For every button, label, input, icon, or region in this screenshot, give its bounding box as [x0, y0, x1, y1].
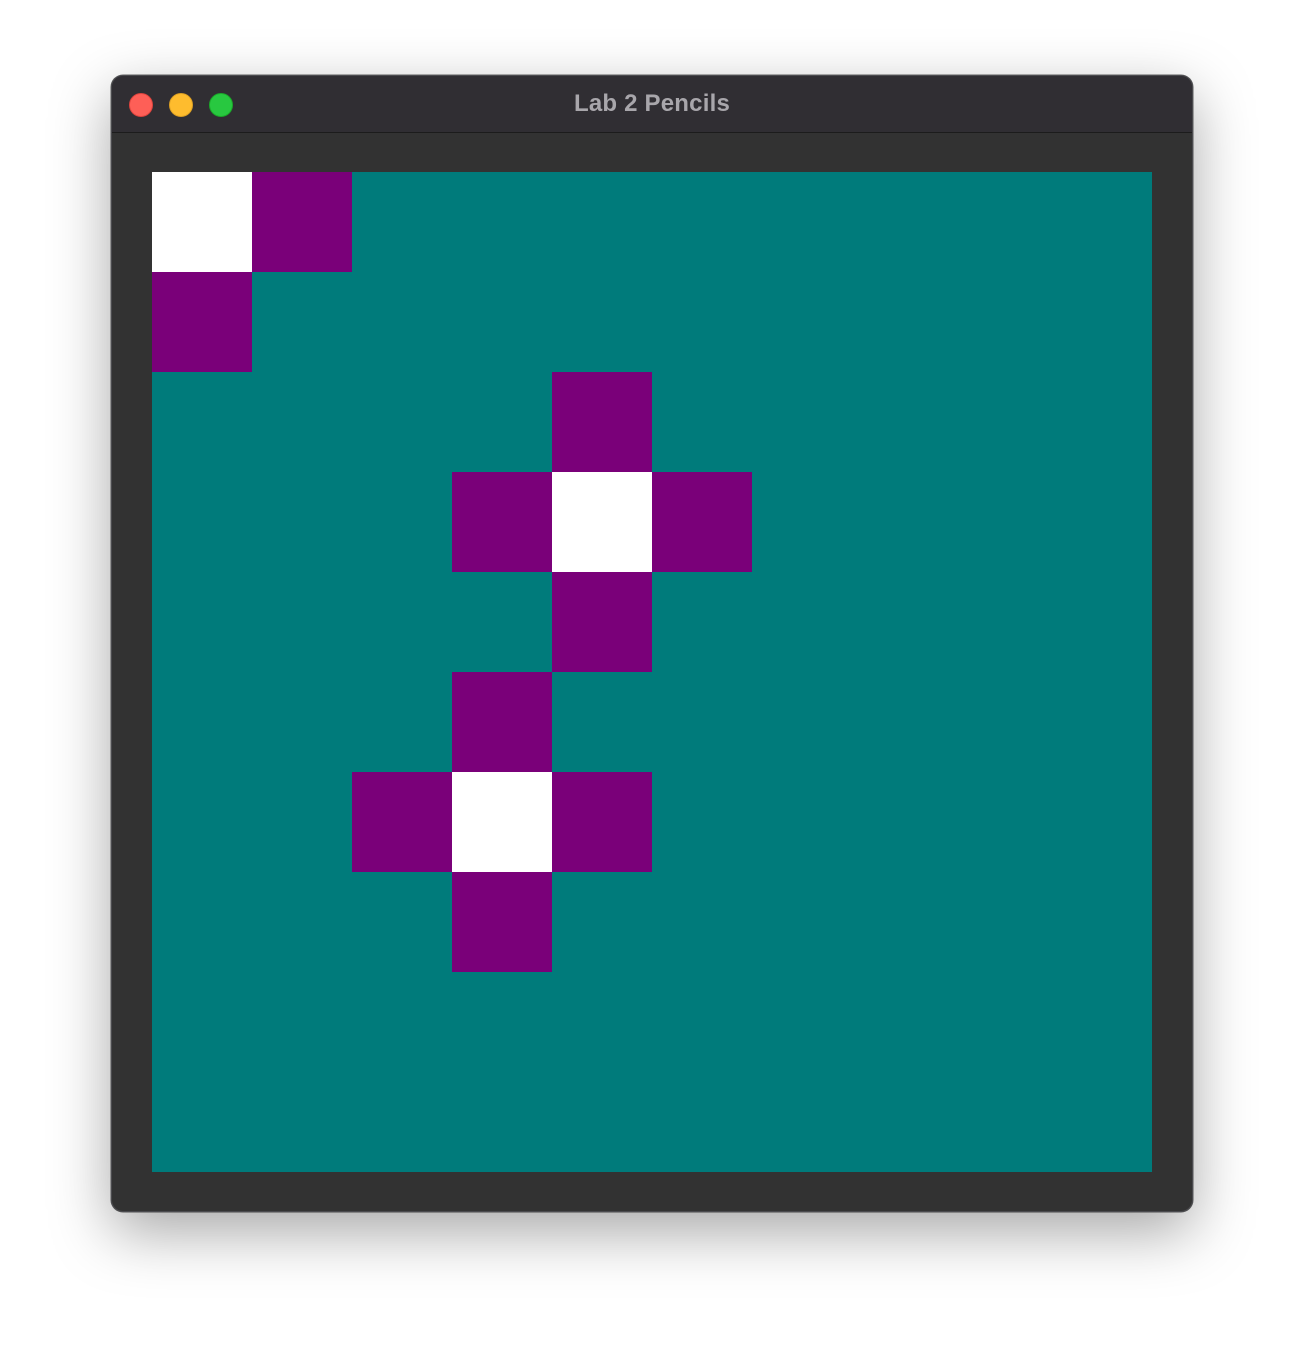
pencil-center-cell — [452, 772, 552, 872]
app-window: Lab 2 Pencils — [111, 75, 1193, 1212]
pencil-neighbor-cell — [152, 272, 252, 372]
title-bar[interactable]: Lab 2 Pencils — [112, 76, 1192, 133]
pencil-neighbor-cell — [652, 472, 752, 572]
pencil-neighbor-cell — [452, 472, 552, 572]
pencil-neighbor-cell — [452, 872, 552, 972]
pencil-neighbor-cell — [552, 572, 652, 672]
drawing-canvas[interactable] — [152, 172, 1152, 1172]
pencil-center-cell — [552, 472, 652, 572]
window-title: Lab 2 Pencils — [574, 90, 730, 117]
pencil-neighbor-cell — [252, 172, 352, 272]
pencil-center-cell — [152, 172, 252, 272]
pencil-neighbor-cell — [552, 372, 652, 472]
pencil-neighbor-cell — [352, 772, 452, 872]
pencil-neighbor-cell — [552, 772, 652, 872]
pencil-neighbor-cell — [452, 672, 552, 772]
